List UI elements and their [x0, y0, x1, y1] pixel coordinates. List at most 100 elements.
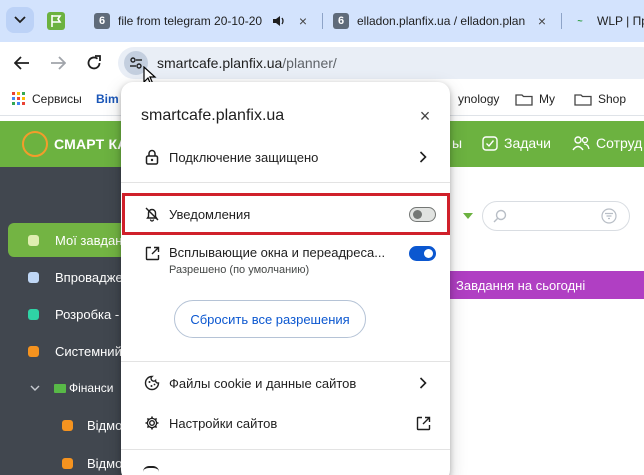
popups-label: Всплывающие окна и переадреса...: [169, 245, 386, 260]
tune-settings-icon: [130, 57, 142, 69]
header-link-partial[interactable]: ы: [452, 135, 462, 151]
notifications-highlight-frame: [122, 193, 450, 235]
folder-icon: [515, 93, 533, 106]
popups-redirects-row[interactable]: Всплывающие окна и переадреса... Разреше…: [121, 240, 450, 288]
project-color-dot: [28, 345, 39, 357]
wlp-favicon-icon: ~: [577, 16, 583, 26]
bookmark-folder-shop[interactable]: Shop: [574, 92, 626, 106]
search-icon: [493, 209, 507, 223]
tab-telegram-file[interactable]: 6 file from telegram 20-10-20 ×: [86, 5, 318, 37]
header-link-employees[interactable]: Сотруд: [572, 135, 642, 151]
bookmark-services[interactable]: Сервисы: [12, 92, 82, 106]
sidebar-group-finance[interactable]: Фінанси: [8, 371, 128, 405]
open-in-new-icon: [415, 416, 431, 430]
bookmark-label: Сервисы: [32, 92, 82, 106]
sidebar-item-system[interactable]: Системний: [8, 334, 128, 368]
sidebar-item-label: Впровадже: [55, 269, 123, 285]
reload-button[interactable]: [80, 49, 108, 77]
cookies-row[interactable]: Файлы cookie и данные сайтов: [121, 363, 450, 403]
sidebar-item-development[interactable]: Розробка -: [8, 297, 128, 331]
back-button[interactable]: [8, 49, 36, 77]
bookmark-synology[interactable]: ynology: [458, 92, 499, 106]
sidebar-item-label: Відмо: [87, 417, 123, 433]
open-in-new-icon: [143, 244, 161, 262]
money-icon: [54, 383, 66, 393]
bookmark-bim[interactable]: Bim: [96, 92, 119, 106]
apps-grid-icon: [12, 92, 25, 105]
chevron-right-icon: [417, 150, 429, 164]
tab-search-button[interactable]: [6, 7, 34, 33]
sidebar-sub-item[interactable]: Відмо: [62, 449, 128, 475]
chevron-down-icon: [14, 16, 26, 24]
project-color-dot: [28, 308, 39, 320]
sidebar-group-label: Фінанси: [69, 381, 114, 395]
cookies-label: Файлы cookie и данные сайтов: [169, 375, 357, 391]
tab-wlp[interactable]: ~ WLP | Про: [563, 5, 644, 37]
popup-divider: [121, 182, 450, 183]
sidebar-item-label: Мої завдан: [55, 232, 123, 248]
project-color-dot: [62, 457, 73, 469]
address-bar[interactable]: smartcafe.planfix.ua/planner/: [118, 47, 644, 79]
close-icon[interactable]: ×: [415, 106, 435, 126]
site-settings-label: Настройки сайтов: [169, 415, 278, 431]
tab-separator: [561, 13, 562, 29]
popup-site-host: smartcafe.planfix.ua: [141, 107, 285, 124]
tab-close-icon[interactable]: ×: [535, 13, 549, 29]
pinned-tab[interactable]: [44, 9, 68, 33]
filter-dropdown-arrow-icon[interactable]: [463, 213, 473, 219]
gear-icon: [143, 414, 161, 432]
bookmark-label: Bim: [96, 92, 119, 106]
arrow-left-icon: [14, 56, 29, 70]
cookie-icon: [143, 374, 161, 392]
filter-icon[interactable]: [601, 208, 617, 224]
sidebar-item-label: Відмо: [87, 455, 123, 471]
bookmark-label: Shop: [598, 92, 627, 106]
arrow-right-icon: [51, 56, 66, 70]
reset-permissions-button[interactable]: Сбросить все разрешения: [174, 300, 366, 338]
speaker-audio-icon[interactable]: [272, 15, 286, 27]
app-name[interactable]: СМАРТ КА: [54, 136, 128, 152]
planner-search-input[interactable]: [482, 201, 630, 231]
tab-title: file from telegram 20-10-20: [118, 14, 263, 28]
sidebar-item-label: Розробка -: [55, 306, 120, 322]
url-text[interactable]: smartcafe.planfix.ua/planner/: [157, 55, 337, 71]
tab-separator: [322, 13, 323, 29]
site-info-popup: smartcafe.planfix.ua × Подключение защищ…: [121, 82, 450, 475]
url-host: smartcafe.planfix.ua: [157, 55, 283, 71]
folder-icon: [574, 93, 592, 106]
planfix-flag-icon: [47, 12, 65, 30]
header-link-label: Сотруд: [596, 135, 643, 151]
site-settings-row[interactable]: Настройки сайтов: [121, 403, 450, 443]
connection-secure-row[interactable]: Подключение защищено: [121, 137, 450, 177]
popups-toggle[interactable]: [409, 246, 436, 261]
toggle-knob: [424, 249, 433, 258]
tab-title: elladon.planfix.ua / elladon.plan: [357, 14, 526, 28]
sidebar-item-implementation[interactable]: Впровадже: [8, 260, 128, 294]
popup-divider: [121, 449, 450, 450]
tab-strip: 6 file from telegram 20-10-20 × 6 ellado…: [0, 0, 644, 42]
project-color-dot: [28, 271, 39, 283]
tab-favicon-icon: 6: [333, 13, 349, 29]
partial-row-icon: [143, 466, 159, 472]
lock-icon: [143, 148, 161, 166]
reload-icon: [87, 55, 101, 70]
chevron-down-icon: [30, 385, 40, 391]
app-logo-icon[interactable]: [22, 131, 48, 157]
browser-toolbar: smartcafe.planfix.ua/planner/: [0, 42, 644, 86]
sidebar-item-my-tasks[interactable]: Мої завдан: [8, 223, 128, 257]
bookmark-folder-my[interactable]: My: [515, 92, 555, 106]
today-tasks-banner[interactable]: Завдання на сьогодні: [448, 271, 644, 299]
connection-label: Подключение защищено: [169, 149, 319, 165]
project-color-dot: [28, 234, 39, 246]
popup-divider: [121, 361, 450, 362]
forward-button[interactable]: [44, 49, 72, 77]
url-path: /planner/: [282, 55, 337, 71]
popups-sublabel: Разрешено (по умолчанию): [169, 264, 310, 276]
sidebar-item-label: Системний: [55, 343, 122, 359]
tab-elladon[interactable]: 6 elladon.planfix.ua / elladon.plan ×: [325, 5, 557, 37]
tab-close-icon[interactable]: ×: [296, 13, 310, 29]
task-check-icon: [482, 136, 498, 151]
project-color-dot: [62, 419, 73, 431]
header-link-tasks[interactable]: Задачи: [482, 135, 551, 151]
sidebar-sub-item[interactable]: Відмо: [62, 411, 128, 439]
